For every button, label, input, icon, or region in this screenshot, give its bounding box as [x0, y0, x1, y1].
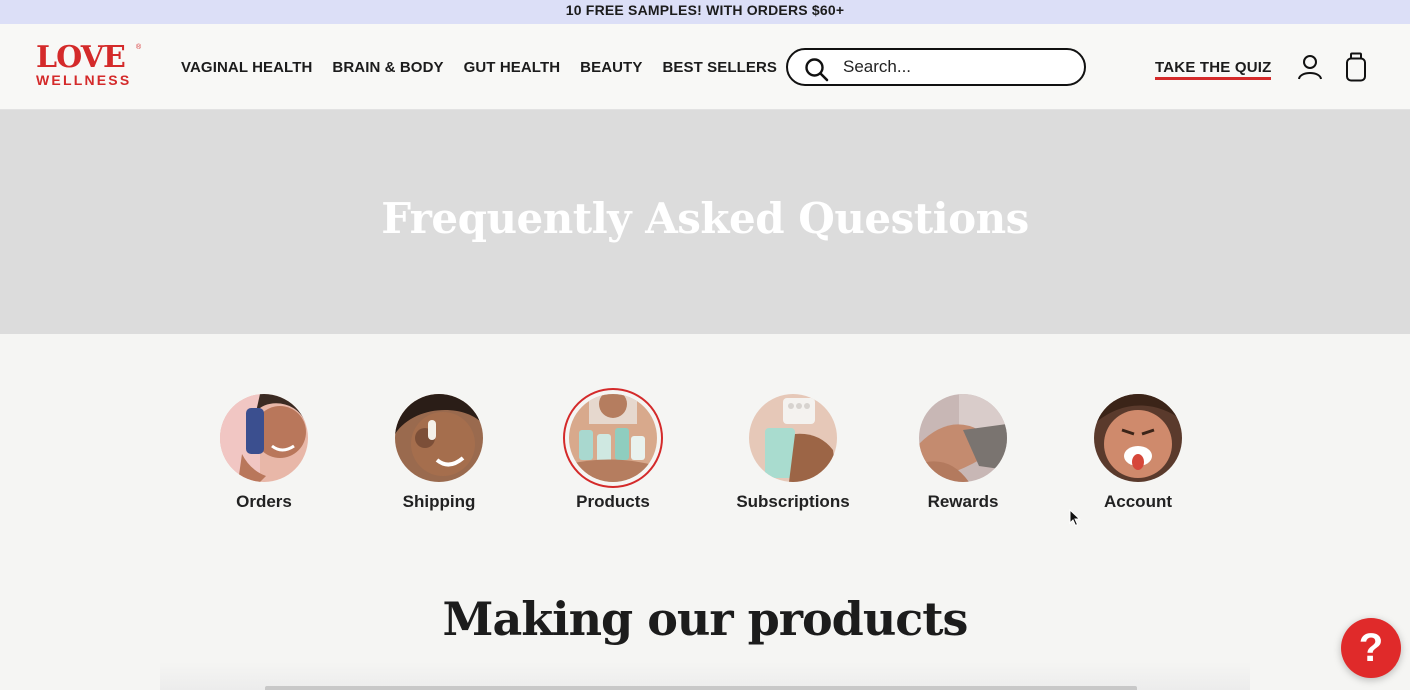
search-input[interactable]	[843, 56, 1063, 78]
page-title: Frequently Asked Questions	[381, 194, 1029, 243]
main-nav: VAGINAL HEALTH BRAIN & BODY GUT HEALTH B…	[181, 59, 797, 76]
logo-line1: LOVE	[36, 40, 126, 75]
category-orders[interactable]: Orders	[194, 388, 334, 512]
nav-item-brain-body[interactable]: BRAIN & BODY	[332, 59, 443, 76]
subscriptions-photo	[749, 394, 837, 482]
logo-line2: WELLNESS	[36, 72, 132, 88]
category-label-products: Products	[576, 492, 650, 511]
category-image-ring	[214, 388, 314, 488]
category-account[interactable]: Account	[1068, 388, 1208, 512]
category-shipping[interactable]: Shipping	[369, 388, 509, 512]
nav-item-vaginal-health[interactable]: VAGINAL HEALTH	[181, 59, 312, 76]
nav-item-gut-health[interactable]: GUT HEALTH	[464, 59, 561, 76]
nav-item-best-sellers[interactable]: BEST SELLERS	[662, 59, 777, 76]
account-photo	[1094, 394, 1182, 482]
products-photo	[569, 394, 657, 482]
category-products[interactable]: Products	[543, 388, 683, 512]
category-image-ring	[389, 388, 489, 488]
site-header: LOVE WELLNESS ® VAGINAL HEALTH BRAIN & B…	[0, 24, 1410, 110]
rewards-photo	[919, 394, 1007, 482]
take-quiz-link[interactable]: TAKE THE QUIZ	[1155, 59, 1272, 80]
category-image-ring	[913, 388, 1013, 488]
section-title: Making our products	[442, 592, 969, 646]
mouse-cursor-icon	[1069, 509, 1081, 527]
category-label-account: Account	[1104, 492, 1172, 511]
category-subscriptions[interactable]: Subscriptions	[723, 388, 863, 512]
search-box[interactable]	[786, 48, 1086, 86]
search-icon	[805, 58, 829, 82]
shipping-photo	[395, 394, 483, 482]
orders-photo	[220, 394, 308, 482]
bag-icon[interactable]	[1345, 52, 1367, 82]
category-label-rewards: Rewards	[927, 492, 999, 511]
category-label-subscriptions: Subscriptions	[736, 492, 850, 511]
logo-registered: ®	[136, 44, 142, 51]
help-question-icon: ?	[1358, 625, 1384, 670]
brand-logo[interactable]: LOVE WELLNESS ®	[36, 43, 146, 91]
help-button[interactable]: ?	[1341, 618, 1401, 678]
category-rewards[interactable]: Rewards	[893, 388, 1033, 512]
category-image-ring	[1088, 388, 1188, 488]
promo-banner: 10 FREE SAMPLES! WITH ORDERS $60+	[0, 0, 1410, 24]
category-image-ring	[743, 388, 843, 488]
user-icon[interactable]	[1297, 54, 1323, 80]
category-label-orders: Orders	[236, 492, 292, 511]
nav-item-beauty[interactable]: BEAUTY	[580, 59, 642, 76]
faq-categories: Orders Shipping Products Subscriptions R…	[0, 388, 1410, 528]
faq-hero: Frequently Asked Questions	[0, 110, 1410, 334]
content-divider	[265, 686, 1137, 690]
category-label-shipping: Shipping	[402, 492, 476, 511]
category-image-ring-active	[563, 388, 663, 488]
